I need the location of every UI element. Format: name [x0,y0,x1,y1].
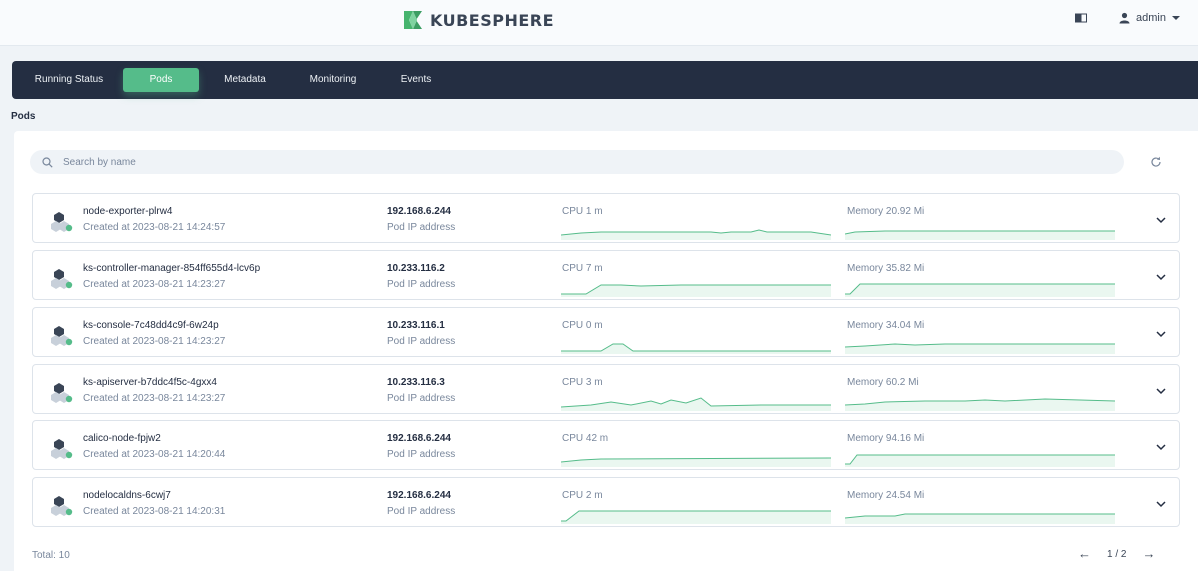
cpu-usage-label: CPU 7 m [562,263,603,274]
arrow-right-icon[interactable]: → [1142,547,1155,560]
section-title: Pods [11,111,36,122]
refresh-icon[interactable] [1149,155,1163,169]
pod-ip-label: Pod IP address [387,222,456,233]
pod-row[interactable]: ks-apiserver-b7ddc4f5c-4gxx4 Created at … [32,364,1180,414]
pod-name[interactable]: calico-node-fpjw2 [83,433,161,444]
pod-name[interactable]: ks-console-7c48dd4c9f-6w24p [83,320,219,331]
cpu-usage-label: CPU 0 m [562,320,603,331]
pod-ip: 10.233.116.2 [387,263,445,274]
memory-sparkline [845,454,1115,467]
pod-row[interactable]: nodelocaldns-6cwj7 Created at 2023-08-21… [32,477,1180,527]
pod-icon [51,269,73,289]
pod-created-time: Created at 2023-08-21 14:20:31 [83,506,226,517]
pod-ip-label: Pod IP address [387,393,456,404]
tab-metadata[interactable]: Metadata [215,68,275,92]
pod-ip: 192.168.6.244 [387,206,451,217]
cpu-sparkline [561,397,831,411]
memory-usage-label: Memory 60.2 Mi [847,377,919,388]
pod-row[interactable]: node-exporter-plrw4 Created at 2023-08-2… [32,193,1180,243]
pod-ip-label: Pod IP address [387,449,456,460]
pod-created-time: Created at 2023-08-21 14:23:27 [83,279,226,290]
cpu-sparkline [561,343,831,354]
pod-ip: 192.168.6.244 [387,490,451,501]
detail-tabs: Running Status Pods Metadata Monitoring … [12,61,1198,99]
memory-usage-label: Memory 34.04 Mi [847,320,925,331]
page-indicator: 1 / 2 [1107,548,1127,560]
search-bar[interactable] [30,150,1124,174]
memory-usage-label: Memory 35.82 Mi [847,263,925,274]
chevron-down-icon[interactable] [1153,326,1169,342]
pod-name[interactable]: nodelocaldns-6cwj7 [83,490,171,501]
memory-sparkline [845,343,1115,354]
memory-usage-label: Memory 24.54 Mi [847,490,925,501]
chevron-down-icon[interactable] [1153,383,1169,399]
cpu-usage-label: CPU 3 m [562,377,603,388]
pod-icon [51,383,73,403]
tab-pods[interactable]: Pods [123,68,199,92]
pod-ip-label: Pod IP address [387,506,456,517]
pod-ip-label: Pod IP address [387,336,456,347]
cpu-usage-label: CPU 42 m [562,433,609,444]
brand-name: KUBESPHERE [430,10,555,30]
arrow-left-icon[interactable]: ← [1078,547,1091,560]
pod-name[interactable]: node-exporter-plrw4 [83,206,173,217]
pod-icon [51,496,73,516]
layout-toggle-icon[interactable] [1075,13,1088,23]
chevron-down-icon[interactable] [1153,212,1169,228]
pod-row[interactable]: ks-console-7c48dd4c9f-6w24p Created at 2… [32,307,1180,357]
pod-ip: 10.233.116.3 [387,377,445,388]
pod-name[interactable]: ks-controller-manager-854ff655d4-lcv6p [83,263,260,274]
memory-sparkline [845,230,1115,240]
tab-running-status[interactable]: Running Status [24,68,114,92]
kubesphere-logo-icon [404,11,422,29]
search-input[interactable] [63,156,663,168]
user-menu[interactable]: admin [1119,12,1180,24]
chevron-down-icon[interactable] [1153,269,1169,285]
memory-usage-label: Memory 20.92 Mi [847,206,925,217]
pod-icon [51,212,73,232]
pod-ip-label: Pod IP address [387,279,456,290]
cpu-sparkline [561,510,831,524]
memory-sparkline [845,398,1115,411]
chevron-down-icon[interactable] [1153,439,1169,455]
pod-row[interactable]: ks-controller-manager-854ff655d4-lcv6p C… [32,250,1180,300]
tab-monitoring[interactable]: Monitoring [302,68,364,92]
cpu-sparkline [561,284,831,297]
pod-created-time: Created at 2023-08-21 14:23:27 [83,393,226,404]
pod-created-time: Created at 2023-08-21 14:20:44 [83,449,226,460]
brand[interactable]: KUBESPHERE [402,9,554,31]
cpu-sparkline [561,457,831,467]
top-bar: KUBESPHERE admin [0,0,1198,46]
pod-ip: 192.168.6.244 [387,433,451,444]
pod-ip: 10.233.116.1 [387,320,445,331]
pod-created-time: Created at 2023-08-21 14:24:57 [83,222,226,233]
top-right-controls: admin [1075,12,1180,24]
pagination: ← 1 / 2 → [1078,547,1155,560]
memory-sparkline [845,283,1115,297]
pod-name[interactable]: ks-apiserver-b7ddc4f5c-4gxx4 [83,377,217,388]
tab-events[interactable]: Events [392,68,440,92]
cpu-sparkline [561,229,831,240]
username: admin [1136,12,1166,24]
caret-down-icon [1172,16,1180,20]
user-icon [1119,12,1130,24]
memory-sparkline [845,513,1115,524]
chevron-down-icon[interactable] [1153,496,1169,512]
pod-row[interactable]: calico-node-fpjw2 Created at 2023-08-21 … [32,420,1180,470]
cpu-usage-label: CPU 1 m [562,206,603,217]
search-icon [42,156,53,168]
total-count: Total: 10 [32,550,70,561]
memory-usage-label: Memory 94.16 Mi [847,433,925,444]
pod-icon [51,326,73,346]
pod-created-time: Created at 2023-08-21 14:23:27 [83,336,226,347]
pod-icon [51,439,73,459]
cpu-usage-label: CPU 2 m [562,490,603,501]
